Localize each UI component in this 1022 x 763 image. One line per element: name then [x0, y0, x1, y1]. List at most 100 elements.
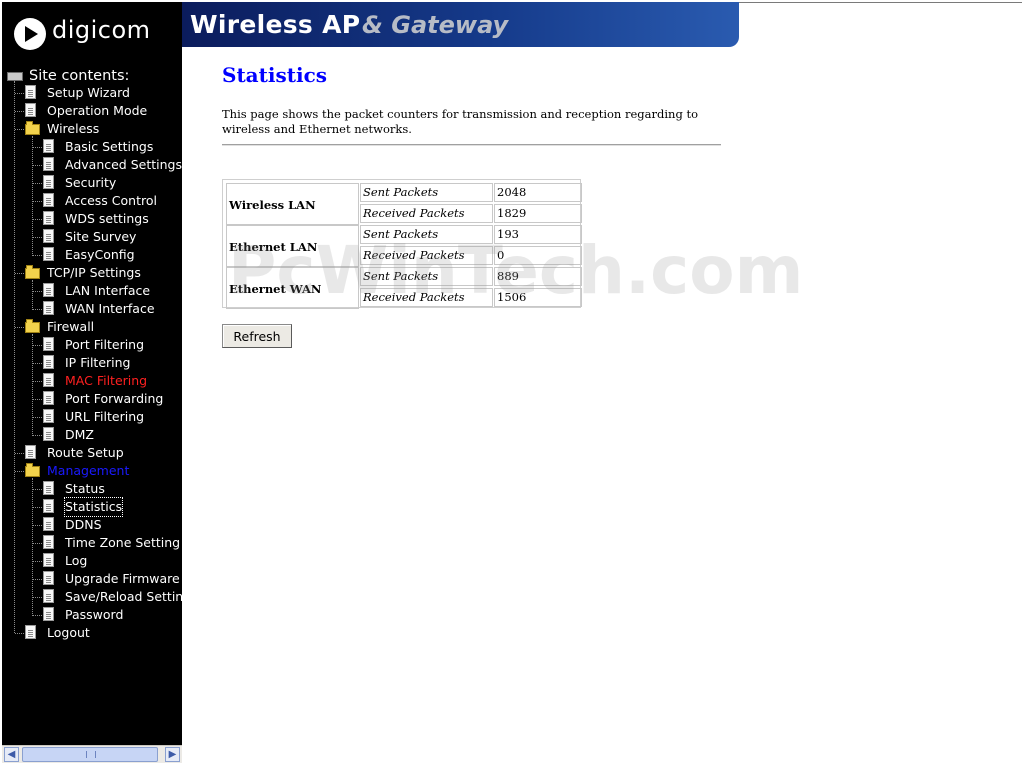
page-icon: [43, 589, 54, 603]
page-icon: [43, 517, 54, 531]
sidebar-item-wan-interface[interactable]: WAN Interface: [2, 300, 182, 318]
folder-icon: [25, 121, 40, 135]
stat-label: Received Packets: [360, 246, 493, 265]
sidebar-item-label: TCP/IP Settings: [47, 265, 141, 280]
scroll-right-icon[interactable]: ▶: [165, 747, 180, 762]
statistics-table: Wireless LAN Sent Packets 2048 Received Pac…: [222, 179, 582, 309]
stat-value: 1829: [494, 204, 582, 223]
page-icon: [43, 571, 54, 585]
page-icon: [43, 607, 54, 621]
page-icon: [43, 139, 54, 153]
page-icon: [43, 283, 54, 297]
sidebar-item-easyconfig[interactable]: EasyConfig: [2, 246, 182, 264]
group-label: Ethernet LAN: [226, 225, 359, 267]
sidebar-item-label: Management: [47, 463, 130, 478]
sidebar-item-operation-mode[interactable]: Operation Mode: [2, 102, 182, 120]
sidebar-item-ddns[interactable]: DDNS: [2, 516, 182, 534]
sidebar-item-advanced-settings[interactable]: Advanced Settings: [2, 156, 182, 174]
sidebar-item-statistics[interactable]: Statistics: [2, 497, 182, 517]
digicom-logo: digicom: [2, 2, 182, 61]
page-icon: [43, 355, 54, 369]
logo-text: digicom: [52, 16, 151, 44]
sidebar-item-label: Security: [65, 175, 117, 190]
sidebar-item-wds-settings[interactable]: WDS settings: [2, 210, 182, 228]
page-icon: [25, 445, 36, 459]
sidebar-item-tcp-ip-settings[interactable]: TCP/IP Settings: [2, 264, 182, 282]
sidebar-item-label: Upgrade Firmware: [65, 571, 180, 586]
sidebar-item-wireless[interactable]: Wireless: [2, 120, 182, 138]
page-icon: [43, 553, 54, 567]
page-icon: [43, 337, 54, 351]
page-icon: [43, 247, 54, 261]
page-icon: [43, 175, 54, 189]
sidebar-root: Site contents:: [2, 67, 182, 85]
sidebar-item-label: Setup Wizard: [47, 85, 130, 100]
sidebar-item-time-zone-setting[interactable]: Time Zone Setting: [2, 534, 182, 552]
sidebar-item-label: Route Setup: [47, 445, 124, 460]
stat-label: Sent Packets: [360, 267, 493, 286]
sidebar-item-route-setup[interactable]: Route Setup: [2, 444, 182, 462]
stat-label: Sent Packets: [360, 225, 493, 244]
sidebar-item-label: IP Filtering: [65, 355, 131, 370]
sidebar-item-label: Firewall: [47, 319, 95, 334]
sidebar-item-site-survey[interactable]: Site Survey: [2, 228, 182, 246]
refresh-button[interactable]: Refresh: [222, 324, 292, 348]
sidebar-item-label: Basic Settings: [65, 139, 154, 154]
page-icon: [43, 427, 54, 441]
sidebar-item-port-forwarding[interactable]: Port Forwarding: [2, 390, 182, 408]
sidebar-item-firewall[interactable]: Firewall: [2, 318, 182, 336]
sidebar-item-url-filtering[interactable]: URL Filtering: [2, 408, 182, 426]
sidebar-item-label: MAC Filtering: [65, 373, 148, 388]
sidebar-item-access-control[interactable]: Access Control: [2, 192, 182, 210]
sidebar-item-ip-filtering[interactable]: IP Filtering: [2, 354, 182, 372]
sidebar-item-password[interactable]: Password: [2, 606, 182, 624]
banner-title: Wireless AP: [190, 10, 361, 39]
sidebar-item-dmz[interactable]: DMZ: [2, 426, 182, 444]
sidebar-item-label: Port Filtering: [65, 337, 145, 352]
sidebar-item-label: URL Filtering: [65, 409, 145, 424]
stat-value: 0: [494, 246, 582, 265]
sidebar-item-setup-wizard[interactable]: Setup Wizard: [2, 84, 182, 102]
folder-icon: [25, 319, 40, 333]
page-icon: [43, 211, 54, 225]
stat-value: 193: [494, 225, 582, 244]
page-icon: [43, 301, 54, 315]
stat-value: 2048: [494, 183, 582, 202]
sidebar-item-basic-settings[interactable]: Basic Settings: [2, 138, 182, 156]
stat-label: Received Packets: [360, 288, 493, 307]
divider: [222, 144, 721, 146]
sidebar-item-mac-filtering[interactable]: MAC Filtering: [2, 372, 182, 390]
sidebar-item-security[interactable]: Security: [2, 174, 182, 192]
scroll-thumb[interactable]: [22, 747, 158, 762]
group-label: Ethernet WAN: [226, 267, 359, 309]
sidebar-item-label: Log: [65, 553, 88, 568]
page-icon: [43, 409, 54, 423]
sidebar-item-port-filtering[interactable]: Port Filtering: [2, 336, 182, 354]
sidebar-item-logout[interactable]: Logout: [2, 624, 182, 642]
sidebar-item-label: EasyConfig: [65, 247, 135, 262]
sidebar-item-label: WDS settings: [65, 211, 149, 226]
page-icon: [43, 391, 54, 405]
sidebar-item-management[interactable]: Management: [2, 462, 182, 480]
sidebar-item-label: Save/Reload Settings: [65, 589, 182, 604]
folder-icon: [25, 463, 40, 477]
page-icon: [43, 193, 54, 207]
stat-label: Sent Packets: [360, 183, 493, 202]
sidebar-item-save-reload-settings[interactable]: Save/Reload Settings: [2, 588, 182, 606]
sidebar-item-label: Statistics: [63, 497, 124, 517]
sidebar-item-lan-interface[interactable]: LAN Interface: [2, 282, 182, 300]
sidebar-item-label: DDNS: [65, 517, 102, 532]
product-banner: Wireless AP & Gateway: [182, 2, 739, 47]
page-icon: [25, 85, 36, 99]
sidebar-item-label: Password: [65, 607, 124, 622]
scroll-left-icon[interactable]: ◀: [4, 747, 19, 762]
sidebar-item-log[interactable]: Log: [2, 552, 182, 570]
sidebar-item-upgrade-firmware[interactable]: Upgrade Firmware: [2, 570, 182, 588]
sidebar-tree[interactable]: Site contents: Setup Wizard Operation Mode…: [2, 61, 182, 745]
stat-label: Received Packets: [360, 204, 493, 223]
sidebar-item-status[interactable]: Status: [2, 480, 182, 498]
sidebar-item-label: Wireless: [47, 121, 100, 136]
page-icon: [43, 481, 54, 495]
sidebar-item-label: Time Zone Setting: [65, 535, 181, 550]
sidebar-horizontal-scrollbar[interactable]: ◀ ▶: [2, 745, 182, 763]
